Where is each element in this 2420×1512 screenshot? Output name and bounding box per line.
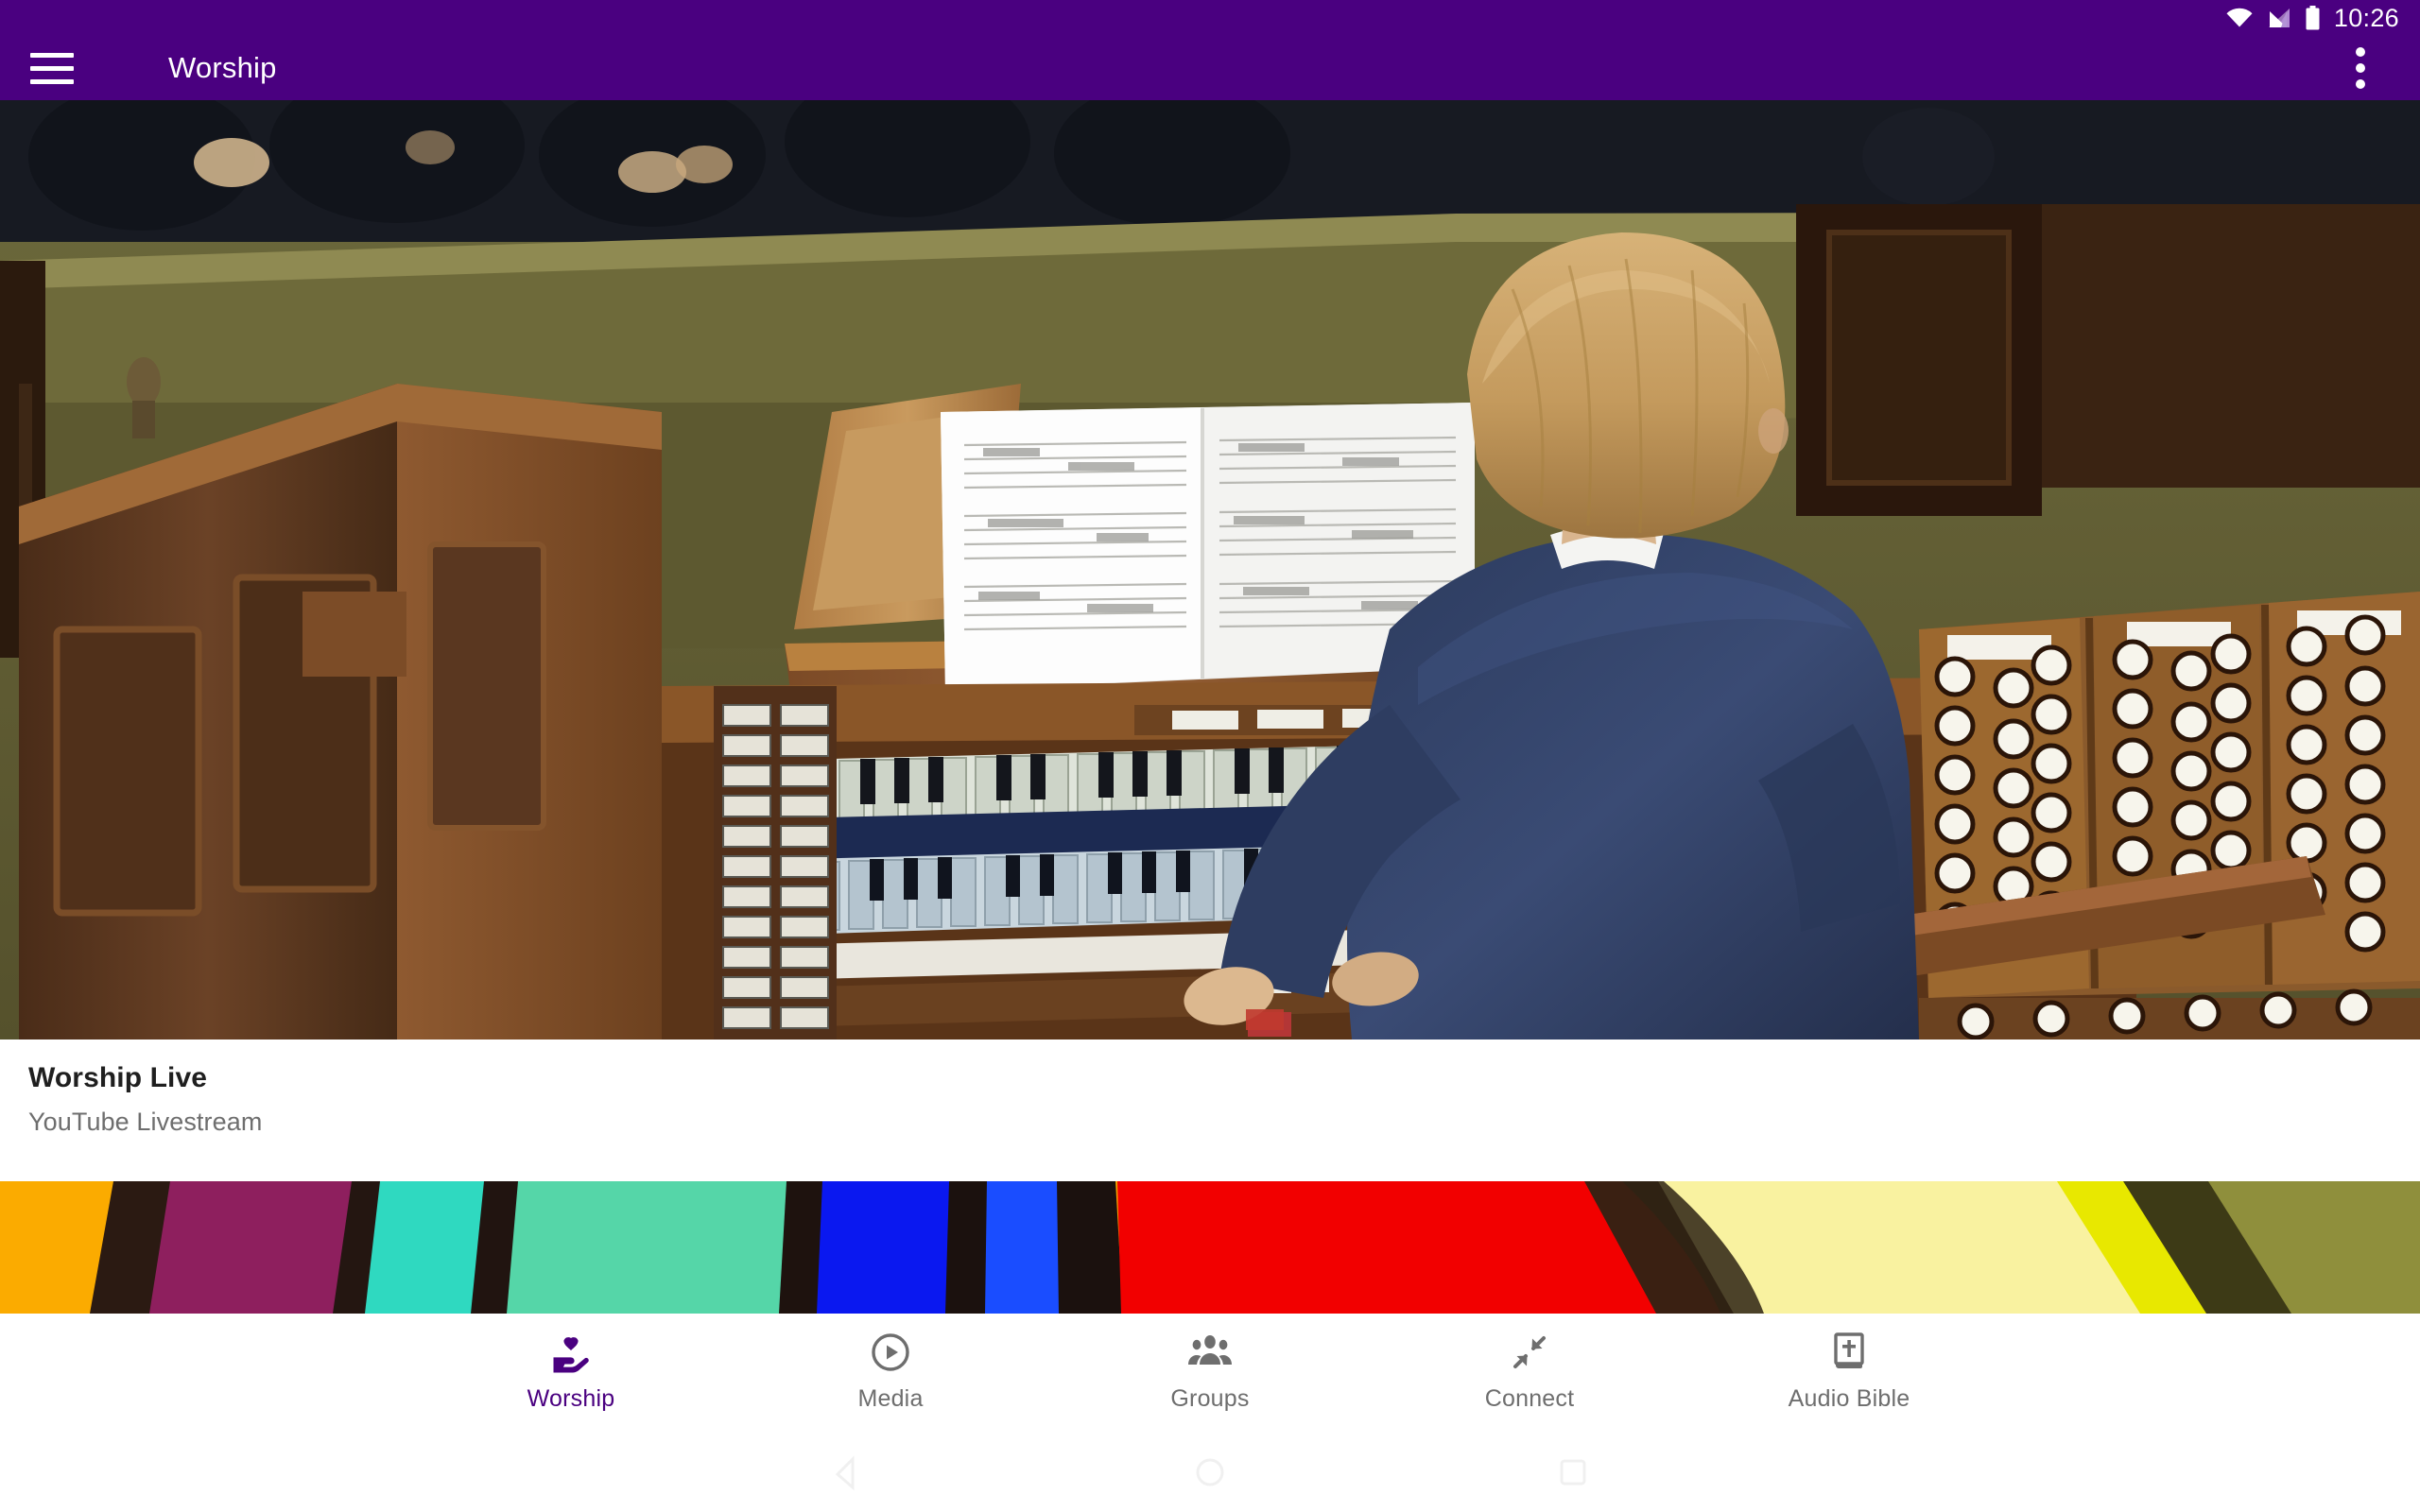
nav-tab-label: Audio Bible	[1788, 1385, 1910, 1412]
app-screen: 10:26 Worship Worship Live YouTube Lives…	[0, 0, 2420, 1512]
hand-holding-heart-icon	[549, 1331, 593, 1374]
nav-tab-audio-bible[interactable]: Audio Bible	[1689, 1331, 2009, 1413]
stained-glass-illustration	[0, 1181, 2420, 1314]
wifi-icon	[2225, 7, 2254, 29]
nav-tab-label: Worship	[527, 1385, 615, 1412]
back-triangle-icon[interactable]	[826, 1452, 868, 1498]
nav-tab-worship[interactable]: Worship	[411, 1331, 731, 1413]
stained-glass-image[interactable]	[0, 1181, 2420, 1314]
system-navigation-bar	[0, 1436, 2420, 1512]
recents-square-icon[interactable]	[1552, 1452, 1594, 1498]
cellular-signal-icon	[2267, 7, 2291, 29]
compress-arrows-icon	[1509, 1331, 1550, 1374]
battery-icon	[2305, 6, 2321, 30]
bible-book-icon	[1830, 1331, 1868, 1374]
worship-hero-image[interactable]	[0, 100, 2420, 1040]
worship-live-card[interactable]: Worship Live YouTube Livestream	[0, 1040, 2420, 1181]
status-bar-time: 10:26	[2333, 3, 2399, 32]
status-bar: 10:26	[0, 0, 2420, 36]
people-group-icon	[1186, 1331, 1234, 1374]
organ-photo-illustration	[0, 100, 2420, 1040]
nav-tab-label: Connect	[1484, 1385, 1575, 1412]
card-title: Worship Live	[28, 1062, 208, 1093]
overflow-menu-icon[interactable]	[2327, 36, 2394, 100]
hamburger-menu-icon[interactable]	[0, 36, 104, 100]
nav-tab-groups[interactable]: Groups	[1050, 1331, 1370, 1413]
nav-tab-label: Groups	[1170, 1385, 1250, 1412]
home-circle-icon[interactable]	[1189, 1452, 1231, 1498]
bottom-navigation-bar: Worship Media Groups Connect Audio Bible	[0, 1314, 2420, 1436]
nav-tab-media[interactable]: Media	[731, 1331, 1050, 1413]
nav-tab-label: Media	[857, 1385, 924, 1412]
play-circle-icon	[870, 1331, 911, 1374]
app-bar: Worship	[0, 36, 2420, 100]
page-title: Worship	[168, 51, 277, 84]
card-subtitle: YouTube Livestream	[28, 1108, 263, 1136]
nav-tab-connect[interactable]: Connect	[1370, 1331, 1689, 1413]
